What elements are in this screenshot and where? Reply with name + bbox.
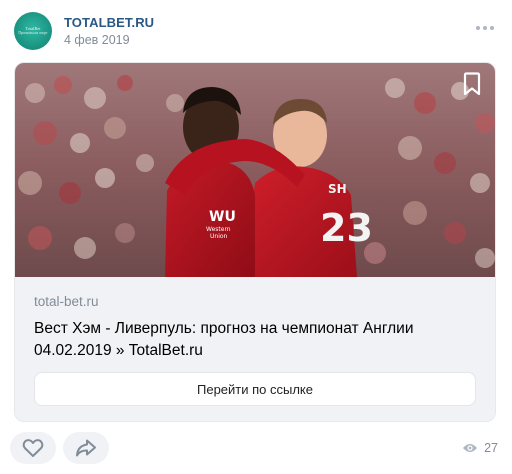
author-name[interactable]: TOTALBET.RU — [64, 15, 154, 30]
avatar-logo-subtext: Прогнозы на спорт — [18, 30, 48, 35]
jersey-name: SH — [328, 182, 347, 196]
more-dot — [476, 26, 480, 30]
football-players-photo: 23 SH WU Western Union — [15, 63, 495, 277]
post-actions: 27 — [10, 432, 504, 466]
like-button[interactable] — [10, 432, 56, 464]
post-header: TotalBet Прогнозы на спорт TOTALBET.RU 4… — [14, 12, 498, 52]
attachment-title[interactable]: Вест Хэм - Ливерпуль: прогноз на чемпион… — [34, 318, 474, 362]
more-dot — [483, 26, 487, 30]
views-count: 27 — [484, 441, 498, 455]
attachment-domain[interactable]: total-bet.ru — [34, 294, 99, 309]
more-icon[interactable] — [476, 24, 494, 32]
attachment-info: total-bet.ru Вест Хэм - Ливерпуль: прогн… — [15, 277, 495, 421]
jersey-number: 23 — [320, 206, 373, 250]
post: TotalBet Прогнозы на спорт TOTALBET.RU 4… — [0, 0, 512, 474]
share-button[interactable] — [63, 432, 109, 464]
heart-icon — [22, 439, 44, 457]
sponsor-text-2: Union — [210, 233, 228, 240]
sponsor-logo: WU — [209, 209, 236, 225]
eye-icon — [463, 444, 478, 452]
post-date[interactable]: 4 фев 2019 — [64, 33, 130, 47]
attachment-photo[interactable]: 23 SH WU Western Union — [15, 63, 495, 277]
sponsor-text-1: Western — [206, 226, 231, 233]
views-counter: 27 — [462, 441, 498, 455]
bookmark-icon[interactable] — [461, 72, 483, 96]
open-link-button[interactable]: Перейти по ссылке — [34, 372, 476, 406]
link-attachment-card[interactable]: 23 SH WU Western Union total-bet.ru Вест… — [14, 62, 496, 422]
more-dot — [490, 26, 494, 30]
share-icon — [76, 439, 96, 457]
avatar[interactable]: TotalBet Прогнозы на спорт — [14, 12, 52, 50]
